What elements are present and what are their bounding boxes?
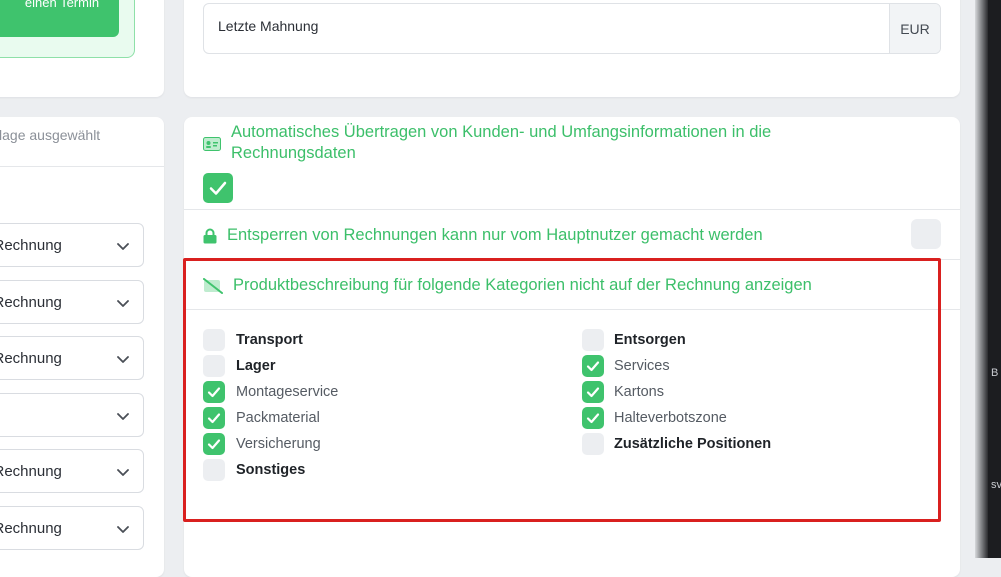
template-select-label: d Rechnung bbox=[0, 520, 62, 537]
chevron-down-icon bbox=[117, 469, 129, 476]
template-select-label: d Rechnung bbox=[0, 237, 62, 254]
category-checkbox[interactable] bbox=[582, 433, 604, 455]
window-edge: B sv bbox=[975, 0, 1001, 558]
check-icon bbox=[586, 361, 600, 372]
category-checkbox[interactable] bbox=[203, 381, 225, 403]
unlock-checkbox[interactable] bbox=[911, 219, 941, 249]
check-icon bbox=[586, 413, 600, 424]
templates-header: Vorlage ausgewählt bbox=[0, 117, 164, 167]
hide-descriptions-title: Produktbeschreibung für folgende Kategor… bbox=[233, 276, 812, 294]
chevron-down-icon bbox=[117, 526, 129, 533]
category-checkbox[interactable] bbox=[203, 459, 225, 481]
category-checkbox[interactable] bbox=[582, 355, 604, 377]
template-select-label: d Rechnung bbox=[0, 463, 62, 480]
templates-card: Vorlage ausgewählt d Rechnung d Rechnung d… bbox=[0, 117, 164, 577]
category-checkbox[interactable] bbox=[203, 355, 225, 377]
category-label: Packmaterial bbox=[236, 410, 320, 426]
category-label: Zusätzliche Positionen bbox=[614, 436, 772, 452]
category-checkbox[interactable] bbox=[582, 329, 604, 351]
currency-unit: EUR bbox=[889, 4, 940, 53]
category-checkbox[interactable] bbox=[582, 381, 604, 403]
check-icon bbox=[207, 439, 221, 450]
templates-header-text: Vorlage ausgewählt bbox=[0, 127, 101, 143]
category-label: Transport bbox=[236, 332, 303, 348]
chevron-down-icon bbox=[117, 356, 129, 363]
check-icon bbox=[207, 387, 221, 398]
invoice-settings-card: Automatisches Übertragen von Kunden- und… bbox=[184, 117, 960, 577]
template-select[interactable] bbox=[0, 393, 144, 437]
check-icon bbox=[207, 413, 221, 424]
template-select-label: d Rechnung bbox=[0, 350, 62, 367]
category-label: Versicherung bbox=[236, 436, 321, 452]
category-label: Lager bbox=[236, 358, 276, 374]
id-card-icon bbox=[203, 137, 221, 151]
category-checkbox[interactable] bbox=[203, 433, 225, 455]
category-label: Sonstiges bbox=[236, 462, 306, 478]
template-select[interactable]: d Rechnung bbox=[0, 506, 144, 550]
template-select[interactable]: d Rechnung bbox=[0, 280, 144, 324]
last-reminder-fee-input[interactable]: Letzte Mahnung EUR bbox=[203, 3, 941, 54]
unlock-title: Entsperren von Rechnungen kann nur vom H… bbox=[227, 226, 763, 244]
check-icon bbox=[586, 387, 600, 398]
booking-card: Buchen Sie einen Termin bbox=[0, 0, 164, 97]
category-checkbox[interactable] bbox=[203, 407, 225, 429]
divider bbox=[184, 209, 960, 210]
template-select[interactable]: d Rechnung bbox=[0, 449, 144, 493]
category-checkbox[interactable] bbox=[203, 329, 225, 351]
edge-shade bbox=[975, 0, 988, 558]
chevron-down-icon bbox=[117, 300, 129, 307]
category-label: Montageservice bbox=[236, 384, 339, 400]
check-icon bbox=[209, 181, 227, 195]
edge-text-1: B bbox=[991, 367, 999, 379]
divider bbox=[184, 309, 960, 310]
chevron-down-icon bbox=[117, 413, 129, 420]
booking-promo: Buchen Sie einen Termin bbox=[0, 0, 135, 58]
edge-text-2: sv bbox=[991, 479, 1001, 491]
auto-transfer-checkbox[interactable] bbox=[203, 173, 233, 203]
divider bbox=[184, 259, 960, 260]
template-select[interactable]: d Rechnung bbox=[0, 336, 144, 380]
book-appointment-button[interactable]: Buchen Sie einen Termin bbox=[0, 0, 119, 37]
auto-transfer-title: Automatisches Übertragen von Kunden- und… bbox=[231, 123, 772, 162]
eye-slash-icon bbox=[203, 278, 223, 294]
lock-icon bbox=[203, 228, 217, 244]
category-checkbox[interactable] bbox=[582, 407, 604, 429]
category-label: Kartons bbox=[614, 384, 664, 400]
chevron-down-icon bbox=[117, 243, 129, 250]
template-select-label: d Rechnung bbox=[0, 294, 62, 311]
reminder-card: Letzte Mahnung EUR bbox=[184, 0, 960, 97]
book-appointment-label: Buchen Sie einen Termin bbox=[24, 0, 100, 10]
last-reminder-fee-value: Letzte Mahnung bbox=[218, 18, 319, 34]
category-label: Services bbox=[614, 358, 670, 374]
template-select[interactable]: d Rechnung bbox=[0, 223, 144, 267]
category-label: Halteverbotszone bbox=[614, 410, 727, 426]
category-label: Entsorgen bbox=[614, 332, 686, 348]
